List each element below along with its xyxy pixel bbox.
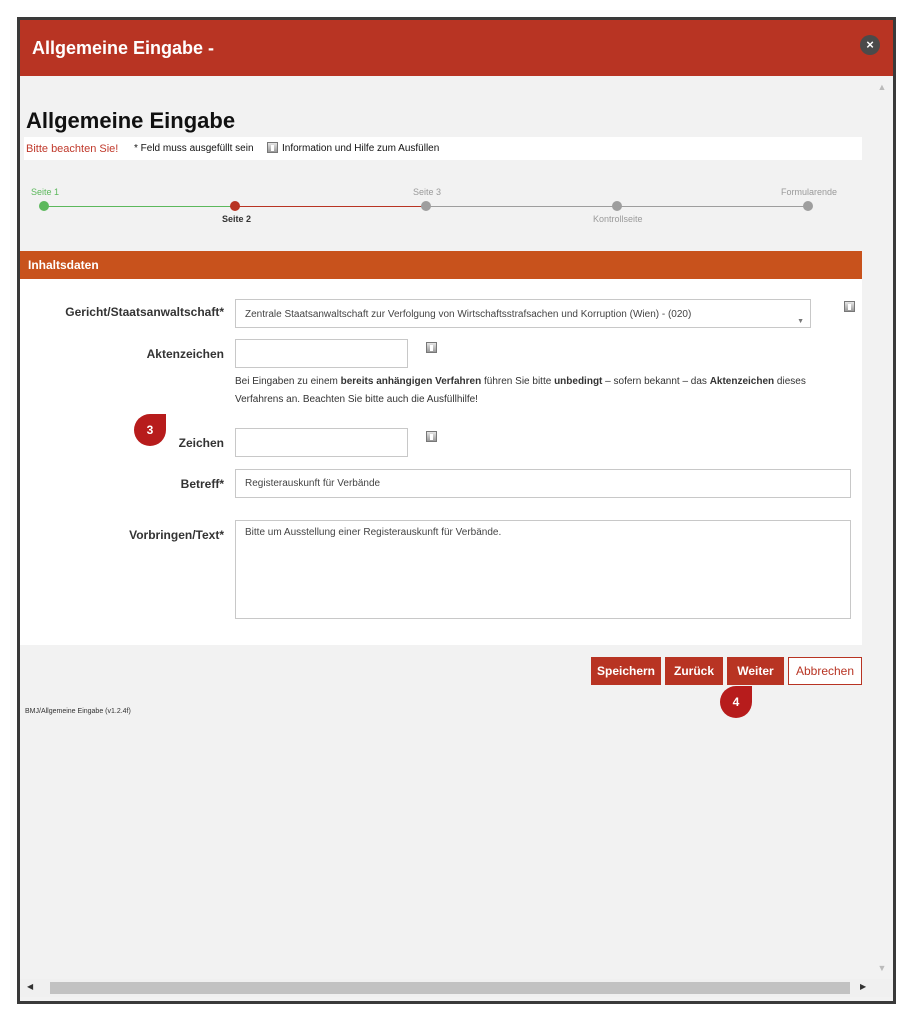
back-button[interactable]: Zurück	[665, 657, 723, 685]
step-label-4: Kontrollseite	[593, 214, 643, 224]
horizontal-scrollbar[interactable]: ◀ ▶	[20, 979, 893, 997]
gericht-label: Gericht/Staatsanwaltschaft*	[65, 305, 224, 319]
step-progress: Seite 1 Seite 2 Seite 3 Kontrollseite Fo…	[20, 180, 893, 240]
step-label-2: Seite 2	[222, 214, 252, 224]
info-icon	[267, 142, 278, 153]
dialog-content: Allgemeine Eingabe - × ▲ ▼ Allgemeine Ei…	[20, 20, 893, 1001]
version-label: BMJ/Allgemeine Eingabe (v1.2.4f)	[25, 708, 131, 715]
step-label-1[interactable]: Seite 1	[31, 187, 59, 197]
step-badge-4: 4	[720, 686, 752, 718]
step-dot-2	[230, 201, 240, 211]
notice-bar: Bitte beachten Sie! * Feld muss ausgefül…	[24, 137, 862, 160]
cancel-button[interactable]: Abbrechen	[788, 657, 862, 685]
notice-help: Information und Hilfe zum Ausfüllen	[282, 143, 440, 154]
progress-line-done	[44, 206, 235, 207]
betreff-label: Betreff*	[180, 477, 224, 491]
zeichen-label: Zeichen	[178, 436, 224, 450]
save-button[interactable]: Speichern	[591, 657, 661, 685]
aktenzeichen-label: Aktenzeichen	[146, 347, 224, 361]
step-dot-5	[803, 201, 813, 211]
betreff-input[interactable]	[235, 469, 851, 498]
step-label-3: Seite 3	[413, 187, 442, 197]
step-dot-4	[612, 201, 622, 211]
scroll-up-arrow-icon[interactable]: ▲	[875, 82, 889, 94]
notice-required: * Feld muss ausgefüllt sein	[134, 143, 254, 154]
vorbringen-label: Vorbringen/Text*	[129, 528, 224, 542]
gericht-select[interactable]: Zentrale Staatsanwaltschaft zur Verfolgu…	[235, 299, 811, 328]
scroll-down-arrow-icon[interactable]: ▼	[875, 963, 889, 975]
scrollbar-thumb[interactable]	[50, 982, 850, 994]
scroll-left-arrow-icon[interactable]: ◀	[27, 982, 33, 991]
aktenzeichen-hint: Bei Eingaben zu einem bereits anhängigen…	[235, 376, 806, 405]
progress-line-current	[235, 206, 426, 207]
aktenzeichen-input[interactable]	[235, 339, 408, 368]
next-button[interactable]: Weiter	[727, 657, 784, 685]
form-panel: Gericht/Staatsanwaltschaft* Zentrale Sta…	[20, 279, 862, 645]
step-label-5: Formularende	[781, 187, 838, 197]
chevron-down-icon: ▼	[797, 318, 804, 325]
page-title: Allgemeine Eingabe	[26, 108, 236, 133]
zeichen-input[interactable]	[235, 428, 408, 457]
info-icon[interactable]	[426, 431, 437, 442]
dialog-window: Allgemeine Eingabe - × ▲ ▼ Allgemeine Ei…	[17, 17, 896, 1004]
close-icon[interactable]: ×	[860, 35, 880, 55]
step-dot-1[interactable]	[39, 201, 49, 211]
info-icon[interactable]	[844, 301, 855, 312]
gericht-select-value: Zentrale Staatsanwaltschaft zur Verfolgu…	[245, 309, 692, 320]
dialog-titlebar: Allgemeine Eingabe - ×	[20, 20, 893, 76]
dialog-title: Allgemeine Eingabe -	[32, 38, 215, 58]
notice-warning: Bitte beachten Sie!	[26, 143, 119, 155]
section-header: Inhaltsdaten	[20, 251, 862, 279]
vorbringen-textarea[interactable]: Bitte um Ausstellung einer Registerausku…	[235, 520, 851, 619]
step-dot-3	[421, 201, 431, 211]
info-icon[interactable]	[426, 342, 437, 353]
scroll-right-arrow-icon[interactable]: ▶	[860, 982, 866, 991]
